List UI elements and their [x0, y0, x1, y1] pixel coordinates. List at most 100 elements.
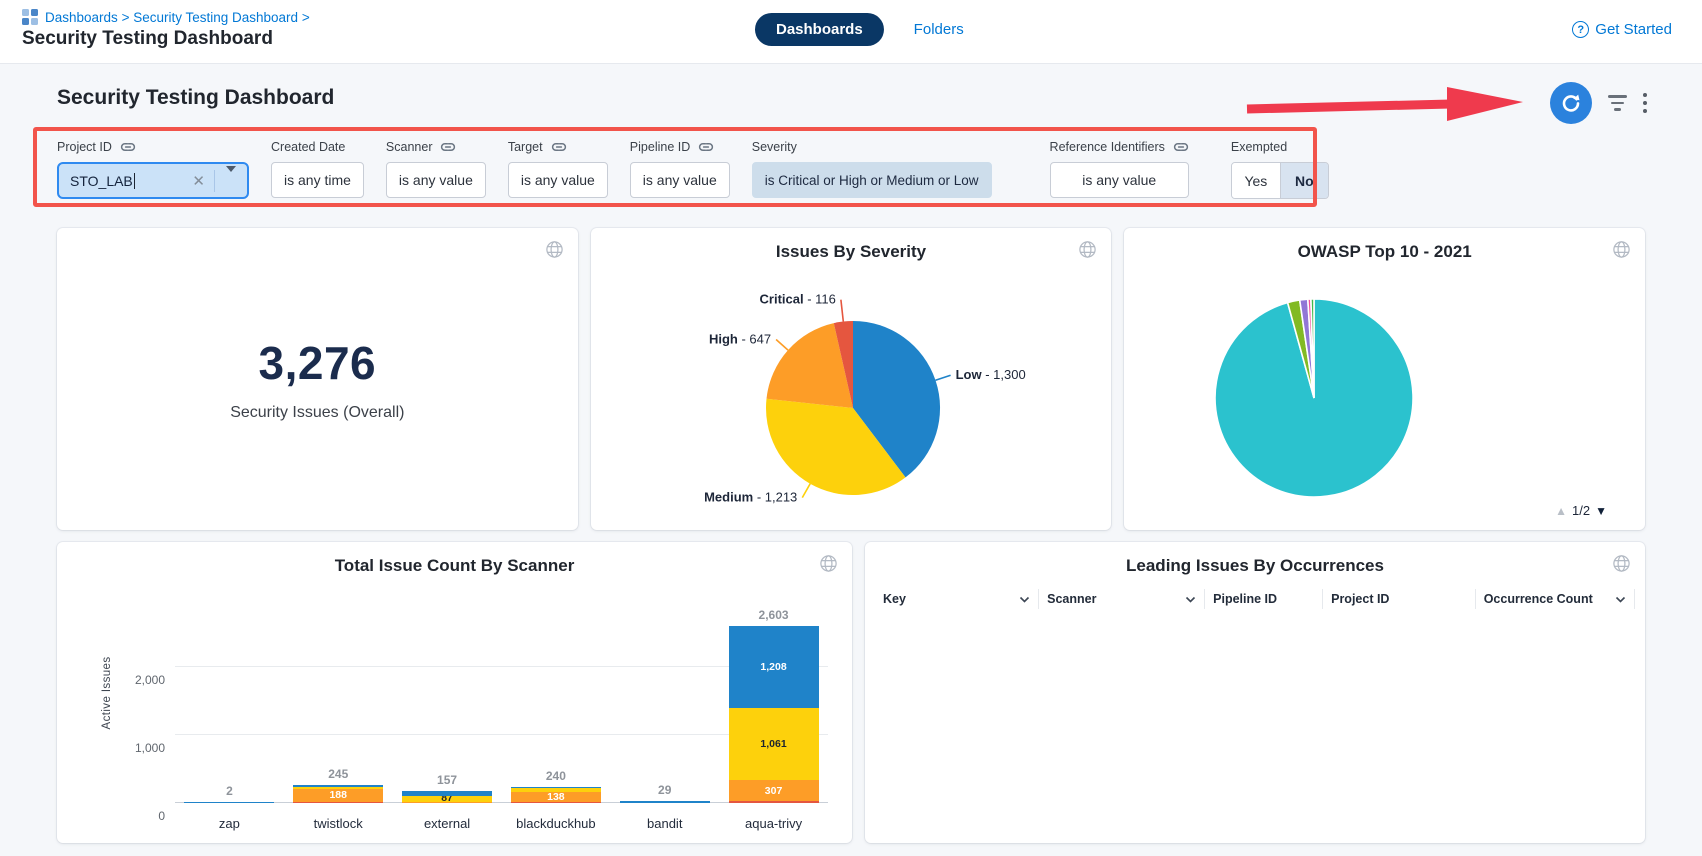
project-id-combobox[interactable]: STO_LAB ✕ [57, 162, 249, 199]
link-icon [440, 142, 456, 152]
exempted-toggle: YesNo [1231, 162, 1329, 199]
header-tabs: Dashboards Folders [755, 13, 964, 46]
bar-bandit: 29 [610, 783, 719, 803]
bar-segment-low [293, 785, 383, 787]
y-tick-label: 0 [158, 809, 165, 823]
app-header: Dashboards > Security Testing Dashboard … [0, 0, 1702, 64]
kebab-menu-icon [1643, 93, 1648, 114]
column-header-key[interactable]: Key [875, 589, 1039, 609]
filter-value-input[interactable]: STO_LAB [59, 173, 183, 189]
bar-segment-medium: 1,061 [729, 708, 819, 780]
filter-exempted: Exempted YesNo [1231, 139, 1329, 199]
filter-value-button[interactable]: is Critical or High or Medium or Low [752, 162, 992, 198]
link-icon [551, 142, 567, 152]
filter-value-button[interactable]: is any value [386, 162, 486, 198]
pie-label: Low - 1,300 [955, 367, 1025, 382]
column-header-occurrence-count[interactable]: Occurrence Count [1476, 589, 1635, 609]
bar-total-label: 2,603 [759, 608, 789, 622]
card-security-issues-overall: 3,276 Security Issues (Overall) [57, 228, 578, 530]
filter-label: Exempted [1231, 140, 1287, 154]
card-issues-by-severity: Issues By Severity Low - 1,300 Medium - … [591, 228, 1112, 530]
x-category-label: blackduckhub [501, 816, 610, 831]
segment-value-label: 307 [765, 786, 783, 797]
get-started-label: Get Started [1595, 21, 1672, 38]
table-body-empty [875, 614, 1635, 829]
filter-value-button[interactable]: is any time [271, 162, 364, 198]
bar-segment-low [402, 791, 492, 796]
filter-reference-identifiers: Reference Identifiers is any value [1050, 139, 1189, 198]
pie-label: High - 647 [709, 332, 771, 347]
x-category-label: twistlock [284, 816, 393, 831]
bar-aqua-trivy: 2,603 307 1,061 1,208 [719, 608, 828, 803]
column-header-pipeline-id[interactable]: Pipeline ID [1205, 589, 1323, 609]
filter-label: Scanner [386, 140, 433, 154]
pie-label: Medium - 1,213 [704, 490, 797, 505]
filter-target: Target is any value [508, 139, 608, 198]
bar-total-label: 29 [658, 783, 671, 797]
page-up-icon[interactable]: ▲ [1555, 504, 1567, 518]
sort-chevron-icon [1185, 596, 1196, 603]
text-cursor [134, 173, 135, 189]
filter-value-button[interactable]: is any value [1050, 162, 1189, 198]
toggle-option-yes[interactable]: Yes [1232, 163, 1280, 198]
bar-external: 157 87 [393, 773, 502, 803]
sort-chevron-icon [1019, 596, 1030, 603]
bar-total-label: 157 [437, 773, 457, 787]
toggle-option-no[interactable]: No [1280, 163, 1328, 198]
filter-created-date: Created Dateis any time [271, 139, 364, 198]
bar-segment-high: 307 [729, 780, 819, 801]
refresh-icon [1560, 92, 1582, 114]
more-options-button[interactable] [1643, 93, 1648, 114]
bar-segment-low [620, 801, 710, 803]
filter-lines-icon [1608, 95, 1627, 111]
column-header-scanner[interactable]: Scanner [1039, 589, 1205, 609]
breadcrumb-link[interactable]: Security Testing Dashboard [133, 10, 298, 25]
card-owasp-top10: OWASP Top 10 - 2021 ▲ 1/2 ▼ [1124, 228, 1645, 530]
filter-scanner: Scanner is any value [386, 139, 486, 198]
link-icon [120, 142, 136, 152]
scanner-bar-chart: 0 1,000 2,000 2 245 188 157 87 240 138 2… [175, 598, 828, 803]
x-axis-labels: zaptwistlockexternalblackduckhubbanditaq… [175, 816, 828, 831]
tab-dashboards[interactable]: Dashboards [755, 13, 884, 46]
column-header-project-id[interactable]: Project ID [1323, 589, 1476, 609]
page-indicator: 1/2 [1572, 503, 1590, 518]
filter-label: Target [508, 140, 543, 154]
bar-segment-high: 188 [293, 789, 383, 802]
bar-total-label: 240 [546, 769, 566, 783]
filter-label: Severity [752, 140, 797, 154]
clear-icon[interactable]: ✕ [183, 172, 214, 190]
issues-by-severity-pie: Low - 1,300 Medium - 1,213 High - 647 Cr… [591, 268, 1111, 526]
filter-label: Project ID [57, 140, 112, 154]
link-icon [1173, 142, 1189, 152]
filter-bar: Project ID STO_LAB ✕ Created Dateis any … [57, 139, 1351, 199]
get-started-link[interactable]: ? Get Started [1572, 21, 1672, 38]
dashboard-section-title: Security Testing Dashboard [57, 86, 334, 110]
segment-value-label: 188 [329, 790, 347, 801]
pie-label: Critical - 116 [759, 292, 835, 307]
bar-blackduckhub: 240 138 [501, 769, 610, 803]
tab-folders[interactable]: Folders [914, 21, 964, 38]
filter-value-button[interactable]: is any value [508, 162, 608, 198]
chart-title: Total Issue Count By Scanner [57, 556, 852, 576]
y-tick-label: 1,000 [135, 741, 165, 755]
owasp-top10-pie [1124, 268, 1644, 526]
dropdown-caret-icon[interactable] [215, 172, 247, 190]
breadcrumb-link[interactable]: Dashboards [45, 10, 118, 25]
filter-button[interactable] [1608, 95, 1627, 111]
page-down-icon[interactable]: ▼ [1595, 504, 1607, 518]
table-header-row: Key Scanner Pipeline ID Project ID Occur… [875, 586, 1635, 612]
filter-pipeline-id: Pipeline ID is any value [630, 139, 730, 198]
refresh-button[interactable] [1550, 82, 1592, 124]
x-category-label: bandit [610, 816, 719, 831]
annotation-arrow [1243, 80, 1535, 130]
question-circle-icon: ? [1572, 21, 1589, 38]
x-category-label: aqua-trivy [719, 816, 828, 831]
segment-value-label: 1,208 [760, 662, 786, 673]
bar-segment-high: 138 [511, 792, 601, 801]
cards-row-2: Total Issue Count By Scanner Active Issu… [57, 542, 1645, 843]
chart-title: OWASP Top 10 - 2021 [1124, 242, 1645, 262]
sort-chevron-icon [1615, 596, 1626, 603]
filter-value-button[interactable]: is any value [630, 162, 730, 198]
x-category-label: zap [175, 816, 284, 831]
bar-zap: 2 [175, 784, 284, 804]
